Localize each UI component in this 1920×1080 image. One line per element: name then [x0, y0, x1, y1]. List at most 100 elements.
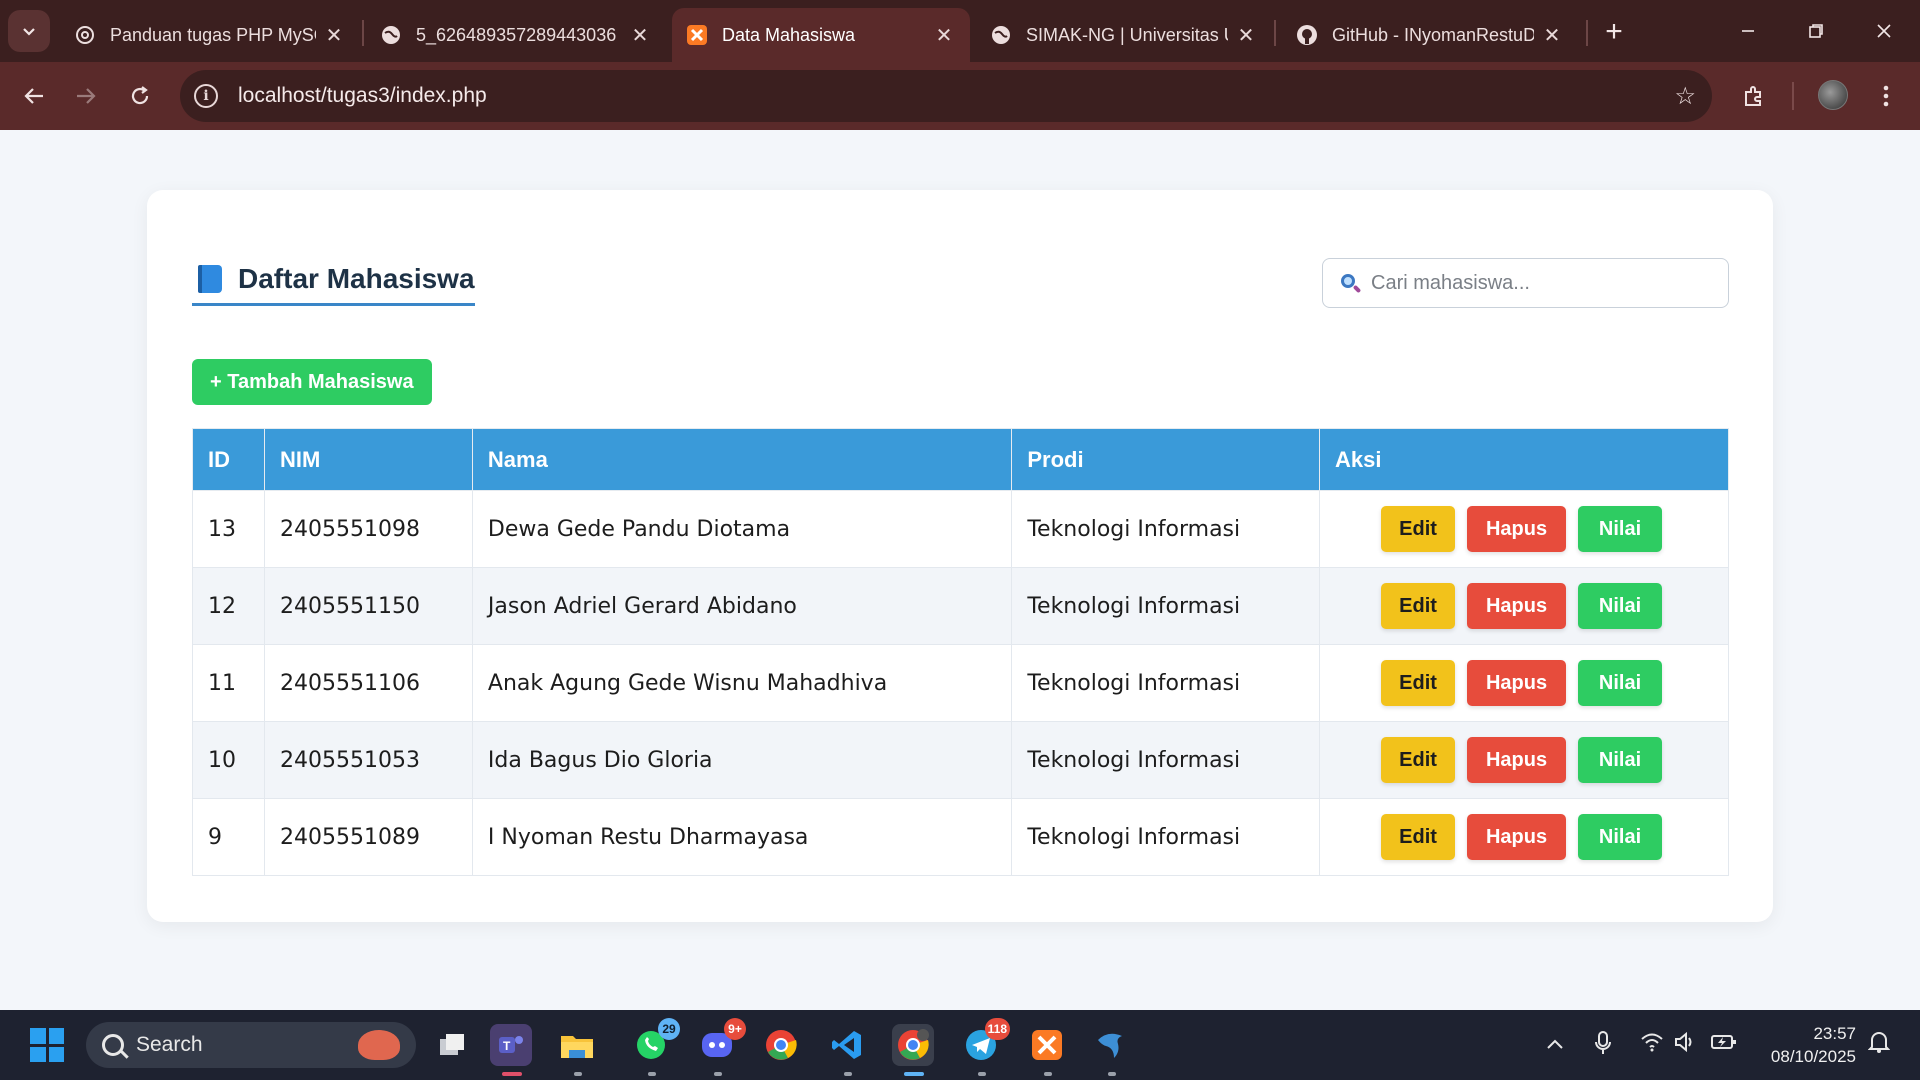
- chrome-profile-icon[interactable]: [892, 1024, 934, 1076]
- table-row: 10 2405551053 Ida Bagus Dio Gloria Tekno…: [192, 721, 1729, 799]
- reload-icon[interactable]: [122, 78, 158, 114]
- delete-button[interactable]: Hapus: [1467, 506, 1567, 552]
- tab-github[interactable]: GitHub - INyomanRestuD ✕: [1282, 8, 1578, 62]
- grades-button[interactable]: Nilai: [1578, 737, 1663, 783]
- taskbar-search[interactable]: Search: [86, 1022, 416, 1068]
- tab-divider: [362, 20, 364, 46]
- restore-icon[interactable]: [1786, 10, 1846, 52]
- edit-button[interactable]: Edit: [1381, 660, 1456, 706]
- grades-button[interactable]: Nilai: [1578, 814, 1663, 860]
- tab-panduan[interactable]: Panduan tugas PHP MySQL ✕: [60, 8, 360, 62]
- cell-prodi: Teknologi Informasi: [1011, 490, 1321, 568]
- edit-button[interactable]: Edit: [1381, 814, 1456, 860]
- delete-button[interactable]: Hapus: [1467, 737, 1567, 783]
- edit-button[interactable]: Edit: [1381, 506, 1456, 552]
- site-info-icon[interactable]: i: [194, 84, 218, 108]
- search-box[interactable]: [1322, 258, 1729, 308]
- close-tab-icon[interactable]: ✕: [1540, 23, 1564, 48]
- clock-time: 23:57: [1813, 1024, 1856, 1043]
- teams-icon[interactable]: T: [490, 1024, 532, 1076]
- delete-button[interactable]: Hapus: [1467, 814, 1567, 860]
- github-icon: [1296, 24, 1318, 46]
- windows-start-icon[interactable]: [30, 1028, 64, 1062]
- search-input[interactable]: [1371, 271, 1691, 295]
- running-indicator: [648, 1072, 656, 1076]
- tab-search-chevron-icon[interactable]: [8, 10, 50, 52]
- running-indicator: [574, 1072, 582, 1076]
- bookmark-star-icon[interactable]: ☆: [1674, 82, 1696, 111]
- volume-icon[interactable]: [1674, 1031, 1698, 1058]
- delete-button[interactable]: Hapus: [1467, 583, 1567, 629]
- close-tab-icon[interactable]: ✕: [1234, 23, 1258, 48]
- running-indicator: [844, 1072, 852, 1076]
- task-view-icon[interactable]: [432, 1024, 474, 1066]
- close-tab-icon[interactable]: ✕: [932, 23, 956, 48]
- taskbar-search-label: Search: [136, 1033, 203, 1056]
- mysql-workbench-dolphin-icon[interactable]: [1090, 1024, 1132, 1076]
- cell-nim: 2405551098: [263, 490, 473, 568]
- tab-simak[interactable]: SIMAK-NG | Universitas Udayana ✕: [976, 8, 1272, 62]
- microphone-icon[interactable]: [1594, 1030, 1612, 1062]
- grades-button[interactable]: Nilai: [1578, 506, 1663, 552]
- table-row: 11 2405551106 Anak Agung Gede Wisnu Maha…: [192, 644, 1729, 722]
- cell-id: 13: [192, 490, 265, 568]
- cell-aksi: Edit Hapus Nilai: [1319, 567, 1729, 645]
- browser-menu-kebab-icon[interactable]: [1868, 78, 1904, 114]
- edit-button[interactable]: Edit: [1381, 583, 1456, 629]
- forward-arrow-icon[interactable]: [68, 78, 104, 114]
- cell-aksi: Edit Hapus Nilai: [1319, 721, 1729, 799]
- cell-prodi: Teknologi Informasi: [1011, 798, 1321, 876]
- close-tab-icon[interactable]: ✕: [628, 23, 652, 48]
- close-window-icon[interactable]: [1854, 10, 1914, 52]
- cell-nama: Anak Agung Gede Wisnu Mahadhiva: [471, 644, 1013, 722]
- tab-divider: [1586, 20, 1588, 46]
- column-header-nama: Nama: [471, 428, 1013, 491]
- telegram-icon[interactable]: 118: [960, 1018, 1010, 1076]
- discord-icon[interactable]: 9+: [696, 1018, 746, 1076]
- file-explorer-icon[interactable]: [556, 1024, 598, 1076]
- toolbar-divider: [1792, 82, 1794, 110]
- address-bar[interactable]: i localhost/tugas3/index.php ☆: [180, 70, 1712, 122]
- cell-prodi: Teknologi Informasi: [1011, 721, 1321, 799]
- cell-nama: I Nyoman Restu Dharmayasa: [471, 798, 1013, 876]
- add-student-button[interactable]: + Tambah Mahasiswa: [192, 359, 432, 405]
- cell-nama: Dewa Gede Pandu Diotama: [471, 490, 1013, 568]
- globe-icon: [380, 24, 402, 46]
- openai-icon: [74, 24, 96, 46]
- windows-taskbar: Search T 29 9+ 118 23:57 08/10/2025: [0, 1010, 1920, 1080]
- grades-button[interactable]: Nilai: [1578, 583, 1663, 629]
- minimize-icon[interactable]: [1718, 10, 1778, 52]
- cell-aksi: Edit Hapus Nilai: [1319, 798, 1729, 876]
- new-tab-plus-icon[interactable]: +: [1596, 14, 1632, 50]
- tab-data-mahasiswa[interactable]: Data Mahasiswa ✕: [672, 8, 970, 62]
- vscode-icon[interactable]: [826, 1024, 868, 1076]
- notification-bell-icon[interactable]: [1867, 1030, 1891, 1060]
- tab-file[interactable]: 5_626489357289443036 ✕: [366, 8, 666, 62]
- extensions-puzzle-icon[interactable]: [1736, 78, 1772, 114]
- column-header-id: ID: [192, 428, 265, 491]
- edit-button[interactable]: Edit: [1381, 737, 1456, 783]
- back-arrow-icon[interactable]: [16, 78, 52, 114]
- grades-button[interactable]: Nilai: [1578, 660, 1663, 706]
- running-indicator: [502, 1072, 522, 1076]
- cell-nim: 2405551089: [263, 798, 473, 876]
- cell-id: 9: [192, 798, 265, 876]
- tab-title: Panduan tugas PHP MySQL: [110, 24, 316, 45]
- column-header-prodi: Prodi: [1011, 428, 1321, 491]
- chrome-icon[interactable]: [760, 1024, 802, 1066]
- system-clock[interactable]: 23:57 08/10/2025: [1756, 1022, 1856, 1068]
- tab-divider: [1274, 20, 1276, 46]
- blue-book-icon: [198, 264, 222, 293]
- cell-nama: Jason Adriel Gerard Abidano: [471, 567, 1013, 645]
- wifi-icon[interactable]: [1640, 1032, 1664, 1058]
- profile-avatar[interactable]: [1818, 80, 1848, 110]
- whatsapp-icon[interactable]: 29: [630, 1018, 680, 1076]
- octopus-search-highlight-icon: [358, 1030, 400, 1060]
- delete-button[interactable]: Hapus: [1467, 660, 1567, 706]
- whatsapp-badge: 29: [658, 1018, 680, 1040]
- show-hidden-icons-chevron-icon[interactable]: [1546, 1034, 1564, 1057]
- tab-title: SIMAK-NG | Universitas Udayana: [1026, 24, 1228, 45]
- xampp-icon[interactable]: [1026, 1024, 1068, 1076]
- battery-charging-icon[interactable]: [1710, 1032, 1738, 1058]
- close-tab-icon[interactable]: ✕: [322, 23, 346, 48]
